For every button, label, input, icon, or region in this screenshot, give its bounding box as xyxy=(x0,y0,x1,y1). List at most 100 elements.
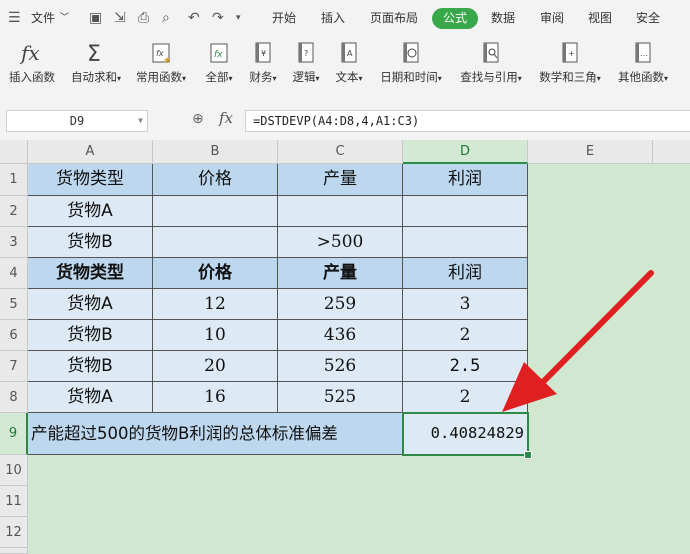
column-header-d[interactable]: D xyxy=(403,140,528,164)
row-header-13[interactable] xyxy=(0,548,28,554)
autosum-button[interactable]: Σ 自动求和▾ xyxy=(66,36,126,96)
name-box[interactable]: D9 ▼ xyxy=(6,110,148,132)
lookup-reference-button[interactable]: 查找与引用▾ xyxy=(454,36,528,96)
column-header-b[interactable]: B xyxy=(153,140,278,164)
cell-d5[interactable]: 3 xyxy=(403,289,528,320)
cell-b4[interactable]: 价格 xyxy=(153,258,278,289)
cell-c3[interactable]: >500 xyxy=(278,227,403,258)
all-functions-button[interactable]: fx 全部▾ xyxy=(199,36,239,96)
quick-access-dropdown-icon[interactable]: ▾ xyxy=(236,10,241,26)
column-header-e[interactable]: E xyxy=(528,140,653,164)
tab-start[interactable]: 开始 xyxy=(272,9,296,27)
tab-security[interactable]: 安全 xyxy=(636,9,660,27)
cell-c4[interactable]: 产量 xyxy=(278,258,403,289)
file-menu[interactable]: 文件 xyxy=(31,9,55,27)
row-header-1[interactable]: 1 xyxy=(0,164,28,196)
cell-c8[interactable]: 525 xyxy=(278,382,403,413)
date-time-functions-button[interactable]: 日期和时间▾ xyxy=(374,36,448,96)
cell-d6[interactable]: 2 xyxy=(403,320,528,351)
svg-text:Σ: Σ xyxy=(87,42,101,65)
print-icon[interactable]: ⎙ xyxy=(138,10,149,26)
math-book-icon: + xyxy=(559,41,581,65)
row-header-10[interactable]: 10 xyxy=(0,455,28,486)
hamburger-icon[interactable]: ☰ xyxy=(8,10,21,26)
tab-formula[interactable]: 公式 xyxy=(432,8,479,29)
math-trig-button[interactable]: + 数学和三角▾ xyxy=(533,36,607,96)
cell-b3[interactable] xyxy=(153,227,278,258)
cell-a5[interactable]: 货物A xyxy=(28,289,153,320)
row-header-2[interactable]: 2 xyxy=(0,196,28,227)
fx-icon[interactable]: fx xyxy=(219,109,233,127)
finance-book-icon: ¥ xyxy=(252,41,274,65)
sigma-icon: Σ xyxy=(85,41,107,67)
ribbon-toolbar: fx 插入函数 Σ 自动求和▾ fx ★ 常用函数▾ fx 全部▾ ¥ 财务▾ ?… xyxy=(0,36,690,99)
column-header-c[interactable]: C xyxy=(278,140,403,164)
row-header-11[interactable]: 11 xyxy=(0,486,28,517)
row-header-9[interactable]: 9 xyxy=(0,413,28,455)
tab-review[interactable]: 审阅 xyxy=(540,9,564,27)
undo-icon[interactable]: ↶ xyxy=(188,10,200,26)
row-header-7[interactable]: 7 xyxy=(0,351,28,382)
tab-view[interactable]: 视图 xyxy=(588,9,612,27)
tab-data[interactable]: 数据 xyxy=(491,9,515,27)
zoom-search-icon[interactable]: ⊕ xyxy=(192,111,204,127)
column-header-a[interactable]: A xyxy=(28,140,153,164)
cell-c5[interactable]: 259 xyxy=(278,289,403,320)
more-functions-icon: … xyxy=(632,41,654,65)
common-functions-button[interactable]: fx ★ 常用函数▾ xyxy=(133,36,189,96)
cell-a9-merged[interactable]: 产能超过500的货物B利润的总体标准偏差 xyxy=(28,413,403,455)
insert-function-button[interactable]: fx 插入函数 xyxy=(4,36,60,96)
cell-b6[interactable]: 10 xyxy=(153,320,278,351)
spreadsheet-grid[interactable]: A B C D E 1 2 3 4 5 6 7 8 9 10 11 12 货物类… xyxy=(0,140,690,554)
tab-insert[interactable]: 插入 xyxy=(321,9,345,27)
cell-b1[interactable]: 价格 xyxy=(153,164,278,196)
logic-functions-button[interactable]: ? 逻辑▾ xyxy=(286,36,326,96)
cell-a4[interactable]: 货物类型 xyxy=(28,258,153,289)
chevron-down-icon[interactable]: ▼ xyxy=(138,111,143,131)
column-header-f[interactable] xyxy=(653,140,690,164)
text-functions-button[interactable]: A 文本▾ xyxy=(329,36,369,96)
cell-a2[interactable]: 货物A xyxy=(28,196,153,227)
cell-b7[interactable]: 20 xyxy=(153,351,278,382)
cell-c2[interactable] xyxy=(278,196,403,227)
cell-d7[interactable]: 2.5 xyxy=(403,351,528,382)
export-icon[interactable]: ⇲ xyxy=(114,10,126,26)
cell-b2[interactable] xyxy=(153,196,278,227)
cell-b5[interactable]: 12 xyxy=(153,289,278,320)
row-header-5[interactable]: 5 xyxy=(0,289,28,320)
cell-d4[interactable]: 利润 xyxy=(403,258,528,289)
star-function-icon: fx ★ xyxy=(150,41,172,66)
finance-functions-button[interactable]: ¥ 财务▾ xyxy=(243,36,283,96)
fx-icon: fx xyxy=(19,41,45,65)
cell-d8[interactable]: 2 xyxy=(403,382,528,413)
print-preview-icon[interactable]: ⌕ xyxy=(162,10,170,26)
save-icon[interactable]: ▣ xyxy=(89,10,102,26)
chevron-down-icon[interactable]: ﹀ xyxy=(60,9,69,27)
cell-a7[interactable]: 货物B xyxy=(28,351,153,382)
cell-d2[interactable] xyxy=(403,196,528,227)
all-functions-icon: fx xyxy=(208,41,230,65)
cell-c7[interactable]: 526 xyxy=(278,351,403,382)
chevron-down-icon: ▾ xyxy=(272,74,277,83)
more-functions-button[interactable]: … 其他函数▾ xyxy=(612,36,674,96)
row-header-6[interactable]: 6 xyxy=(0,320,28,351)
cell-c6[interactable]: 436 xyxy=(278,320,403,351)
cell-a1[interactable]: 货物类型 xyxy=(28,164,153,196)
fill-handle[interactable] xyxy=(524,451,532,459)
row-header-12[interactable]: 12 xyxy=(0,517,28,548)
row-header-3[interactable]: 3 xyxy=(0,227,28,258)
cell-a8[interactable]: 货物A xyxy=(28,382,153,413)
redo-icon[interactable]: ↷ xyxy=(212,10,224,26)
row-header-4[interactable]: 4 xyxy=(0,258,28,289)
row-header-8[interactable]: 8 xyxy=(0,382,28,413)
tab-page-layout[interactable]: 页面布局 xyxy=(370,9,418,27)
svg-text:¥: ¥ xyxy=(261,49,266,58)
select-all-corner[interactable] xyxy=(0,140,28,164)
cell-a6[interactable]: 货物B xyxy=(28,320,153,351)
cell-b8[interactable]: 16 xyxy=(153,382,278,413)
cell-c1[interactable]: 产量 xyxy=(278,164,403,196)
cell-d3[interactable] xyxy=(403,227,528,258)
cell-a3[interactable]: 货物B xyxy=(28,227,153,258)
cell-d1[interactable]: 利润 xyxy=(403,164,528,196)
formula-input[interactable]: =DSTDEVP(A4:D8,4,A1:C3) xyxy=(245,110,690,132)
